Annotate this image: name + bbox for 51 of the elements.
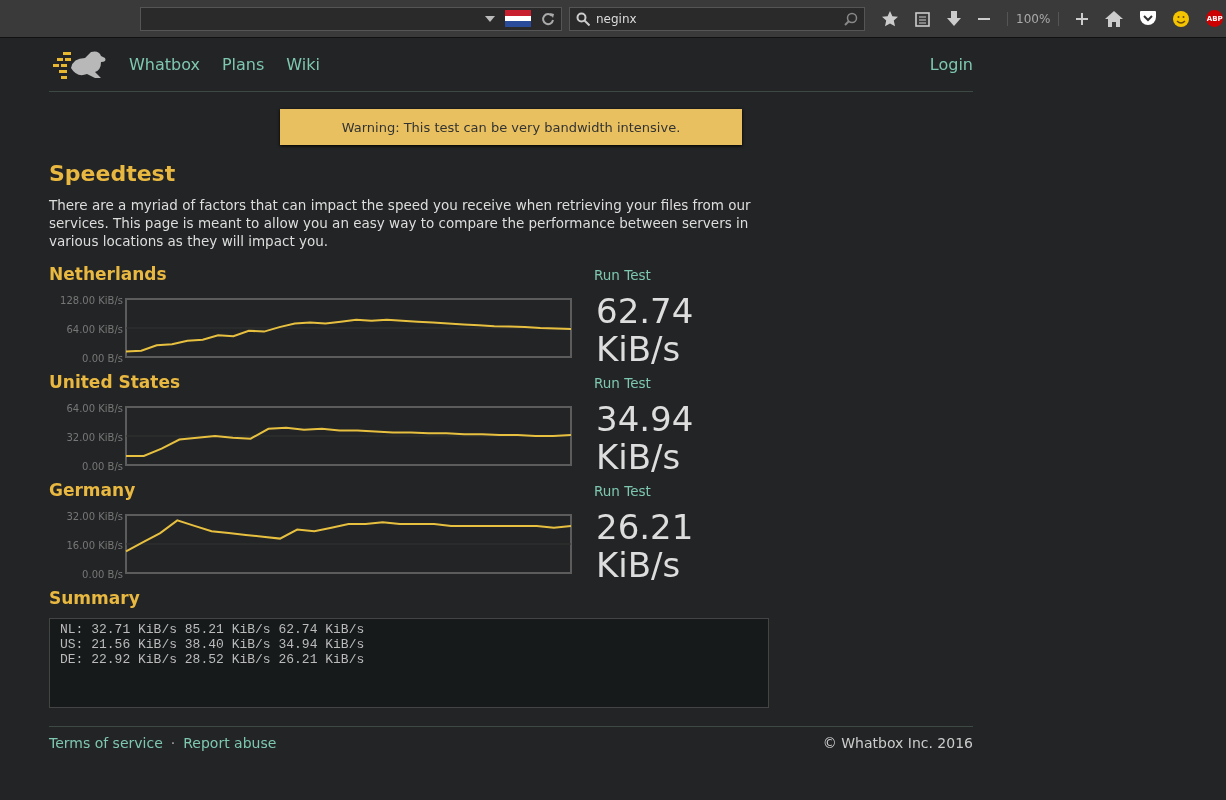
location-heading: Germany xyxy=(49,480,137,500)
axis-label: 64.00 KiB/s xyxy=(66,324,123,336)
nav-link[interactable]: Plans xyxy=(221,55,265,74)
home-icon[interactable] xyxy=(1105,10,1124,27)
axis-label: 128.00 KiB/s xyxy=(60,295,123,307)
run-test-link[interactable]: Run Test xyxy=(594,267,651,283)
search-icon xyxy=(576,11,590,26)
location-heading: United States xyxy=(49,372,182,392)
copyright-text: © Whatbox Inc. 2016 xyxy=(822,735,973,751)
axis-label: 0.00 B/s xyxy=(82,353,123,365)
smiley-icon[interactable] xyxy=(1173,10,1190,27)
zoom-level[interactable]: 100% xyxy=(1007,11,1060,26)
reload-icon[interactable] xyxy=(541,11,555,26)
run-test-link[interactable]: Run Test xyxy=(594,375,651,391)
speed-reading: 34.94 KiB/s xyxy=(596,400,695,476)
dropdown-icon[interactable] xyxy=(485,15,495,22)
page-heading: Speedtest xyxy=(49,161,177,186)
search-icon[interactable] xyxy=(844,11,858,26)
search-field[interactable]: neginx xyxy=(569,6,865,31)
warning-banner: Warning: This test can be very bandwidth intensive. xyxy=(280,109,742,145)
nav-link[interactable]: Whatbox xyxy=(129,55,200,74)
summary-line: NL: 32.71 KiB/s 85.21 KiB/s 62.74 KiB/s xyxy=(60,622,366,637)
location-heading: Netherlands xyxy=(49,264,168,284)
rabbit-logo-icon[interactable] xyxy=(53,49,107,80)
summary-heading: Summary xyxy=(49,588,141,610)
footer-link[interactable]: Report abuse xyxy=(183,735,277,751)
login-link[interactable]: Login xyxy=(929,55,973,74)
summary-line: DE: 22.92 KiB/s 28.52 KiB/s 26.21 KiB/s xyxy=(60,652,366,667)
axis-label: 0.00 B/s xyxy=(82,461,123,473)
axis-label: 32.00 KiB/s xyxy=(66,511,123,523)
speed-reading: 62.74 KiB/s xyxy=(596,292,695,368)
download-icon[interactable] xyxy=(947,10,961,27)
footer-link[interactable]: Terms of service xyxy=(49,735,163,751)
axis-label: 64.00 KiB/s xyxy=(66,403,123,415)
run-test-link[interactable]: Run Test xyxy=(594,483,651,499)
summary-line: US: 21.56 KiB/s 38.40 KiB/s 34.94 KiB/s xyxy=(60,637,366,652)
flag-icon xyxy=(505,10,531,27)
axis-label: 0.00 B/s xyxy=(82,569,123,581)
axis-label: 16.00 KiB/s xyxy=(66,540,123,552)
pocket-icon[interactable] xyxy=(1140,11,1157,26)
zoom-in-icon[interactable] xyxy=(1076,12,1089,25)
summary-textarea[interactable]: NL: 32.71 KiB/s 85.21 KiB/s 62.74 KiB/s US: 21.56 KiB/s 38.40 KiB/s 34.94 KiB/s DE: 22.92 KiB/s 28.52 KiB/s 26.21 KiB/s xyxy=(49,618,769,708)
separator-dot: · xyxy=(170,735,176,751)
clipboard-icon[interactable] xyxy=(915,10,930,27)
speed-reading: 26.21 KiB/s xyxy=(596,508,695,584)
axis-label: 32.00 KiB/s xyxy=(66,432,123,444)
zoom-out-icon[interactable] xyxy=(978,17,990,20)
star-icon[interactable] xyxy=(882,10,898,27)
nav-link[interactable]: Wiki xyxy=(286,55,320,74)
intro-paragraph: There are a myriad of factors that can impact the speed you receive when retrieving your files from our services. This page is meant to allow you an easy way to compare the performance between servers in various locations as they will impact you. xyxy=(49,196,752,250)
url-bar[interactable] xyxy=(140,6,562,31)
